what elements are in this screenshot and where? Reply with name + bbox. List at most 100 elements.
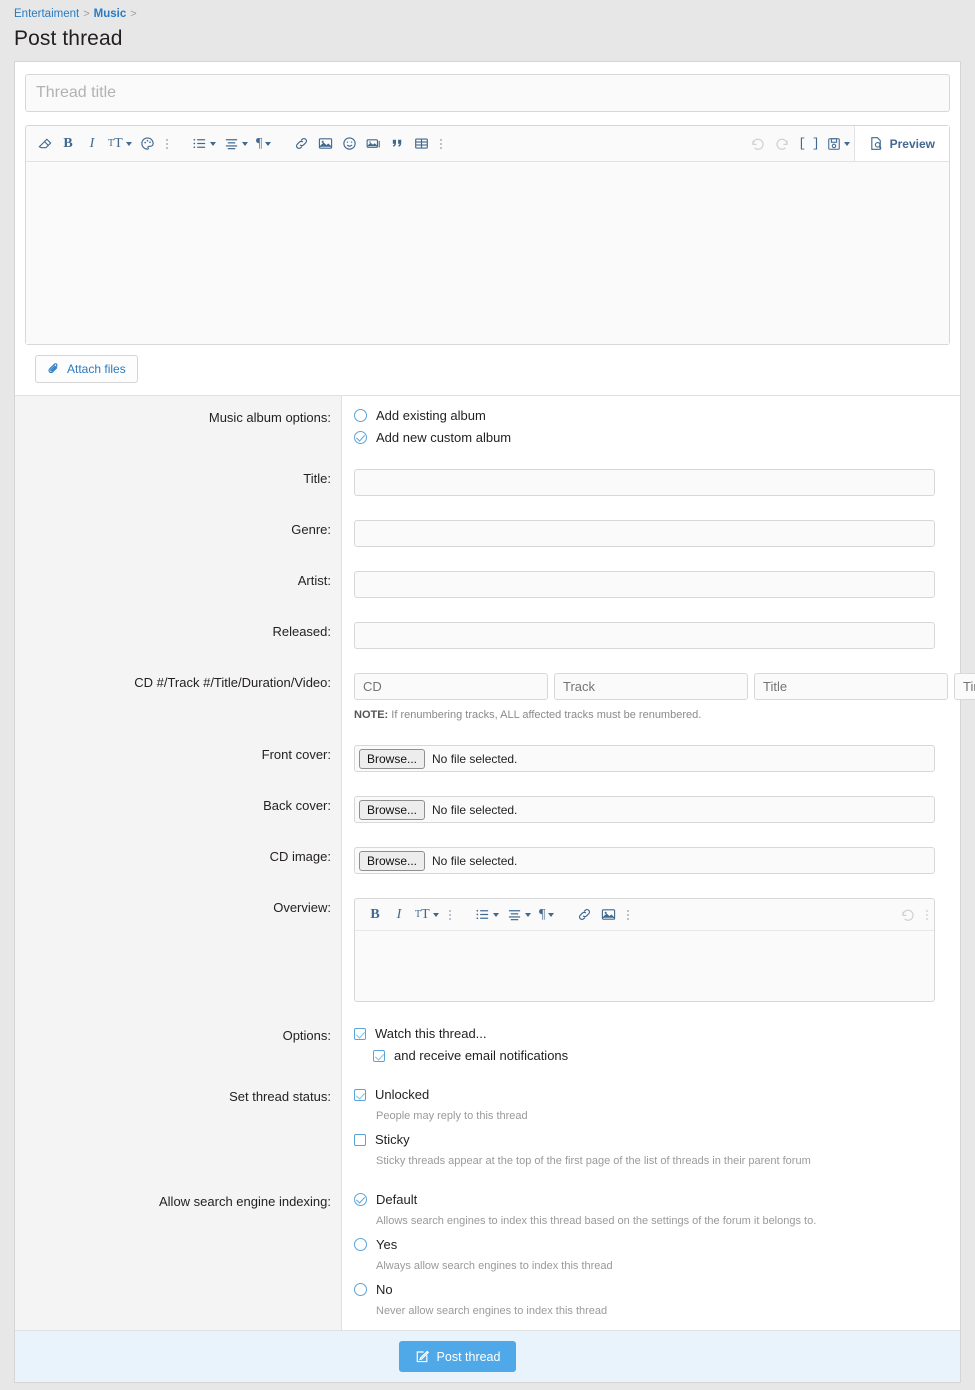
front-cover-file-input[interactable]: Browse... No file selected. (354, 745, 935, 772)
track-title-input[interactable] (754, 673, 948, 700)
row-thread-status: Set thread status: Unlocked People may r… (15, 1075, 960, 1180)
overview-italic-button[interactable]: I (387, 901, 411, 929)
back-cover-file-input[interactable]: Browse... No file selected. (354, 796, 935, 823)
hint-indexing-no: Never allow search engines to index this… (376, 1304, 935, 1318)
overview-content-area[interactable] (355, 931, 934, 1001)
title-input[interactable] (354, 469, 935, 496)
align-icon[interactable] (220, 130, 252, 158)
track-time-input[interactable] (954, 673, 975, 700)
checkbox-unlocked[interactable]: Unlocked (354, 1087, 935, 1102)
checkbox-icon-unlocked[interactable] (354, 1089, 366, 1101)
radio-icon-indexing-yes[interactable] (354, 1238, 367, 1251)
overview-image-icon[interactable] (597, 901, 621, 929)
row-overview: Overview: B I TT (15, 886, 960, 1014)
editor-more-icon-2[interactable] (434, 139, 448, 149)
text-color-palette-icon[interactable] (136, 130, 160, 158)
overview-toolbar: B I TT (355, 899, 934, 931)
released-input[interactable] (354, 622, 935, 649)
cd-image-browse-button[interactable]: Browse... (359, 851, 425, 871)
preview-button[interactable]: Preview (854, 126, 949, 161)
back-cover-browse-button[interactable]: Browse... (359, 800, 425, 820)
overview-undo-icon[interactable] (896, 901, 920, 929)
overview-more-icon-3[interactable] (920, 910, 934, 920)
breadcrumb: Entertaiment>Music> (0, 0, 975, 21)
radio-indexing-default[interactable]: Default (354, 1192, 935, 1207)
tracks-note: NOTE: If renumbering tracks, ALL affecte… (354, 709, 975, 721)
overview-align-icon[interactable] (503, 901, 535, 929)
row-music-album-options: Music album options: Add existing album … (15, 396, 960, 457)
compose-icon (415, 1349, 430, 1364)
checkbox-sticky[interactable]: Sticky (354, 1132, 935, 1147)
track-number-input[interactable] (554, 673, 748, 700)
front-cover-browse-button[interactable]: Browse... (359, 749, 425, 769)
redo-icon[interactable] (770, 130, 794, 158)
label-title: Title: (15, 457, 342, 508)
breadcrumb-item-entertaiment[interactable]: Entertaiment (14, 8, 79, 20)
bold-button[interactable]: B (56, 130, 80, 158)
label-genre: Genre: (15, 508, 342, 559)
attach-files-label: Attach files (67, 362, 126, 376)
radio-icon-add-new-custom[interactable] (354, 431, 367, 444)
overview-paragraph-icon[interactable]: ¶ (535, 901, 559, 929)
label-music-album-options: Music album options: (15, 396, 342, 457)
body-cd-image: Browse... No file selected. (342, 835, 960, 886)
post-thread-label: Post thread (437, 1350, 501, 1364)
body-back-cover: Browse... No file selected. (342, 784, 960, 835)
body-artist (342, 559, 960, 610)
image-icon[interactable] (314, 130, 338, 158)
bbcode-button[interactable]: [ ] (794, 130, 822, 158)
media-icon[interactable] (362, 130, 386, 158)
body-tracks: NOTE: If renumbering tracks, ALL affecte… (342, 661, 975, 733)
radio-label-indexing-yes: Yes (376, 1237, 397, 1252)
overview-link-icon[interactable] (573, 901, 597, 929)
page-title: Post thread (0, 21, 975, 61)
overview-bold-button[interactable]: B (363, 901, 387, 929)
drafts-icon[interactable] (823, 130, 854, 158)
overview-list-icon[interactable] (471, 901, 503, 929)
post-thread-form: B I TT (14, 61, 961, 1383)
checkbox-icon-email-notifications[interactable] (373, 1050, 385, 1062)
list-icon[interactable] (188, 130, 220, 158)
breadcrumb-item-music[interactable]: Music (94, 8, 127, 20)
thread-title-input[interactable] (25, 74, 950, 112)
cd-image-file-input[interactable]: Browse... No file selected. (354, 847, 935, 874)
label-front-cover: Front cover: (15, 733, 342, 784)
checkbox-icon-watch-thread[interactable] (354, 1028, 366, 1040)
emoji-icon[interactable] (338, 130, 362, 158)
checkbox-label-unlocked: Unlocked (375, 1087, 429, 1102)
radio-add-existing-album[interactable]: Add existing album (354, 408, 935, 423)
undo-icon[interactable] (746, 130, 770, 158)
font-size-button[interactable]: TT (104, 130, 136, 158)
italic-button[interactable]: I (80, 130, 104, 158)
overview-more-icon-1[interactable] (443, 910, 457, 920)
eraser-icon[interactable] (32, 130, 56, 158)
radio-add-new-custom-album[interactable]: Add new custom album (354, 430, 935, 445)
checkbox-email-notifications[interactable]: and receive email notifications (373, 1048, 935, 1063)
editor-more-icon-1[interactable] (160, 139, 174, 149)
link-icon[interactable] (290, 130, 314, 158)
radio-icon-add-existing[interactable] (354, 409, 367, 422)
checkbox-watch-thread[interactable]: Watch this thread... (354, 1026, 935, 1041)
radio-indexing-yes[interactable]: Yes (354, 1237, 935, 1252)
checkbox-icon-sticky[interactable] (354, 1134, 366, 1146)
paragraph-icon[interactable]: ¶ (252, 130, 276, 158)
body-title (342, 457, 960, 508)
radio-icon-indexing-default[interactable] (354, 1193, 367, 1206)
attach-files-button[interactable]: Attach files (35, 355, 138, 383)
editor-content-area[interactable] (26, 162, 949, 344)
artist-input[interactable] (354, 571, 935, 598)
quote-icon[interactable] (386, 130, 410, 158)
overview-more-icon-2[interactable] (621, 910, 635, 920)
radio-indexing-no[interactable]: No (354, 1282, 935, 1297)
track-cd-input[interactable] (354, 673, 548, 700)
table-icon[interactable] (410, 130, 434, 158)
post-thread-button[interactable]: Post thread (399, 1341, 517, 1372)
row-artist: Artist: (15, 559, 960, 610)
radio-icon-indexing-no[interactable] (354, 1283, 367, 1296)
overview-font-size-button[interactable]: TT (411, 901, 443, 929)
genre-input[interactable] (354, 520, 935, 547)
row-front-cover: Front cover: Browse... No file selected. (15, 733, 960, 784)
form-footer: Post thread (15, 1330, 960, 1382)
body-music-album-options: Add existing album Add new custom album (342, 396, 960, 457)
label-artist: Artist: (15, 559, 342, 610)
